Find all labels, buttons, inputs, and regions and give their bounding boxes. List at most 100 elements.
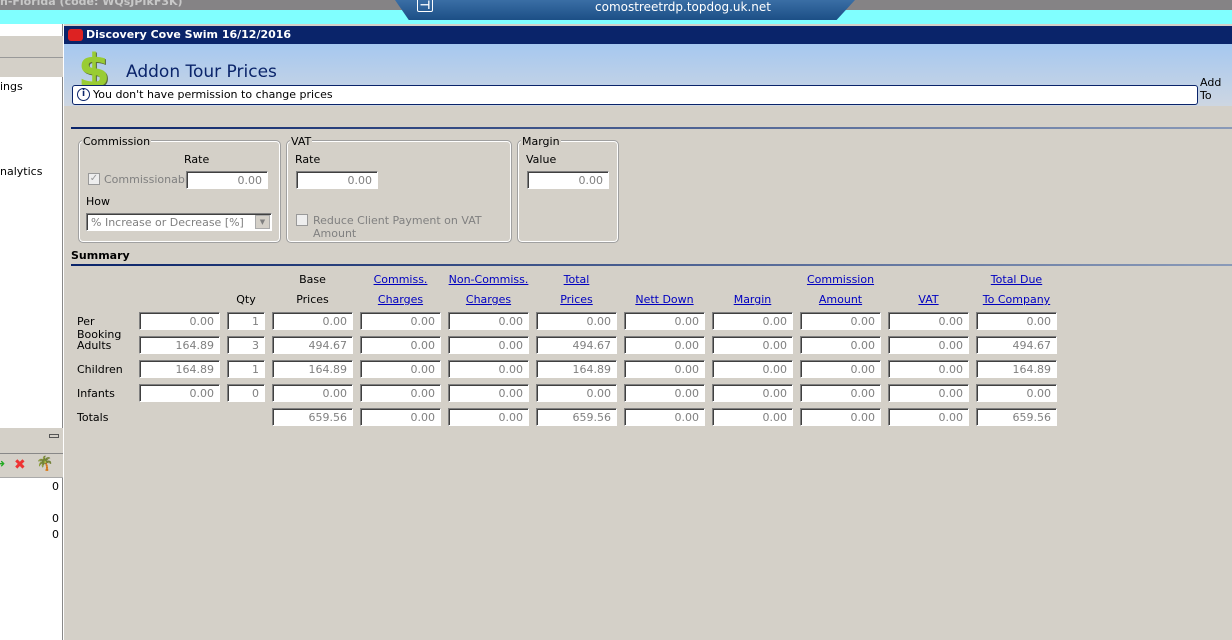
column-header[interactable]: Commiss.: [360, 273, 441, 286]
table-cell[interactable]: 0.00: [800, 360, 881, 378]
window-title-bar: Discovery Cove Swim 16/12/2016: [64, 26, 1232, 44]
table-cell[interactable]: 0.00: [888, 360, 969, 378]
nav-item-bookings[interactable]: ings: [0, 80, 23, 93]
commissionable-checkbox[interactable]: ✓: [88, 173, 100, 185]
table-cell[interactable]: 0.00: [712, 312, 793, 330]
add-to-button[interactable]: Add To: [1200, 76, 1232, 102]
table-cell[interactable]: 0.00: [624, 336, 705, 354]
table-cell[interactable]: 0.00: [448, 384, 529, 402]
table-cell[interactable]: 0.00: [360, 360, 441, 378]
vat-legend: VAT: [290, 135, 313, 148]
row-label: Infants: [77, 387, 115, 400]
column-header[interactable]: VAT: [888, 293, 969, 306]
left-header: [0, 58, 63, 77]
column-header[interactable]: To Company: [976, 293, 1057, 306]
table-cell[interactable]: 494.67: [976, 336, 1057, 354]
left-toolbar-2: ➜ ✖ 🌴: [0, 454, 63, 478]
table-cell[interactable]: 494.67: [536, 336, 617, 354]
reduce-client-payment-checkbox[interactable]: [296, 214, 308, 226]
table-cell[interactable]: 0.00: [800, 312, 881, 330]
table-cell[interactable]: 164.89: [536, 360, 617, 378]
table-cell[interactable]: 1: [227, 312, 265, 330]
commissionable-label: Commissionable: [104, 173, 195, 186]
column-header[interactable]: Margin: [712, 293, 793, 306]
nav-item-analytics[interactable]: nalytics: [0, 165, 42, 178]
table-cell[interactable]: 164.89: [139, 336, 220, 354]
arrow-icon[interactable]: ➜: [0, 457, 5, 470]
column-header[interactable]: Prices: [536, 293, 617, 306]
commission-legend: Commission: [82, 135, 152, 148]
pin-icon[interactable]: ⊣: [417, 0, 433, 12]
table-cell[interactable]: 0.00: [360, 384, 441, 402]
margin-legend: Margin: [521, 135, 561, 148]
table-cell[interactable]: 0.00: [624, 360, 705, 378]
column-header[interactable]: Nett Down: [624, 293, 705, 306]
table-cell[interactable]: 0.00: [800, 384, 881, 402]
table-cell[interactable]: 0.00: [624, 384, 705, 402]
table-cell[interactable]: 659.56: [976, 408, 1057, 426]
table-cell[interactable]: 0.00: [976, 384, 1057, 402]
vat-rate-input[interactable]: 0.00: [296, 171, 378, 189]
column-header[interactable]: Total: [536, 273, 617, 286]
table-cell[interactable]: 0.00: [800, 336, 881, 354]
table-cell[interactable]: 0.00: [888, 408, 969, 426]
table-cell[interactable]: 0.00: [624, 408, 705, 426]
count: 0: [52, 480, 59, 493]
table-cell[interactable]: 659.56: [272, 408, 353, 426]
reduce-client-payment-label: Reduce Client Payment on VAT Amount: [313, 214, 482, 240]
column-header[interactable]: Charges: [448, 293, 529, 306]
minimize-pane-icon[interactable]: [49, 434, 59, 438]
table-cell[interactable]: 0.00: [888, 384, 969, 402]
column-header: Base: [299, 273, 326, 286]
summary-heading: Summary: [71, 249, 130, 262]
table-cell[interactable]: 659.56: [536, 408, 617, 426]
table-cell[interactable]: 0.00: [712, 384, 793, 402]
table-cell[interactable]: 0.00: [888, 336, 969, 354]
table-cell[interactable]: 494.67: [272, 336, 353, 354]
column-header[interactable]: Total Due: [976, 273, 1057, 286]
delete-icon[interactable]: ✖: [14, 457, 26, 473]
outer-title: n-Florida (code: WQsJPIkF3K): [0, 0, 183, 8]
table-cell[interactable]: 0.00: [888, 312, 969, 330]
table-cell[interactable]: 0.00: [139, 312, 220, 330]
table-cell[interactable]: 0.00: [712, 336, 793, 354]
table-cell[interactable]: 3: [227, 336, 265, 354]
palm-tree-icon[interactable]: 🌴: [36, 456, 53, 472]
table-cell[interactable]: 0.00: [712, 408, 793, 426]
table-cell[interactable]: 0.00: [536, 312, 617, 330]
table-cell[interactable]: 0.00: [712, 360, 793, 378]
divider: [71, 264, 1232, 266]
how-select[interactable]: % Increase or Decrease [%] ▼: [86, 213, 272, 231]
table-cell[interactable]: 0.00: [360, 312, 441, 330]
table-cell[interactable]: 0.00: [800, 408, 881, 426]
left-tabs: [0, 428, 63, 454]
table-cell[interactable]: 0.00: [360, 408, 441, 426]
table-cell[interactable]: 0.00: [360, 336, 441, 354]
how-value: % Increase or Decrease [%]: [91, 216, 244, 229]
margin-value-input[interactable]: 0.00: [527, 171, 609, 189]
commission-rate-input[interactable]: 0.00: [186, 171, 268, 189]
table-cell[interactable]: 164.89: [272, 360, 353, 378]
table-cell[interactable]: 0.00: [536, 384, 617, 402]
rdp-host: comostreetrdp.topdog.uk.net: [595, 0, 771, 14]
table-cell[interactable]: 0.00: [624, 312, 705, 330]
table-cell[interactable]: 0.00: [976, 312, 1057, 330]
table-cell[interactable]: 0.00: [448, 312, 529, 330]
column-header[interactable]: Amount: [800, 293, 881, 306]
table-cell[interactable]: 0.00: [448, 336, 529, 354]
row-label: Children: [77, 363, 123, 376]
table-cell[interactable]: 0.00: [139, 384, 220, 402]
table-cell[interactable]: 0: [227, 384, 265, 402]
table-cell[interactable]: 0.00: [448, 360, 529, 378]
table-cell[interactable]: 0.00: [272, 384, 353, 402]
chevron-down-icon[interactable]: ▼: [255, 215, 270, 229]
column-header[interactable]: Non-Commiss.: [448, 273, 529, 286]
table-cell[interactable]: 1: [227, 360, 265, 378]
column-header[interactable]: Commission: [800, 273, 881, 286]
table-cell[interactable]: 0.00: [272, 312, 353, 330]
table-cell[interactable]: 164.89: [976, 360, 1057, 378]
column-header[interactable]: Charges: [360, 293, 441, 306]
table-cell[interactable]: 164.89: [139, 360, 220, 378]
table-cell[interactable]: 0.00: [448, 408, 529, 426]
column-header: Qty: [236, 293, 256, 306]
